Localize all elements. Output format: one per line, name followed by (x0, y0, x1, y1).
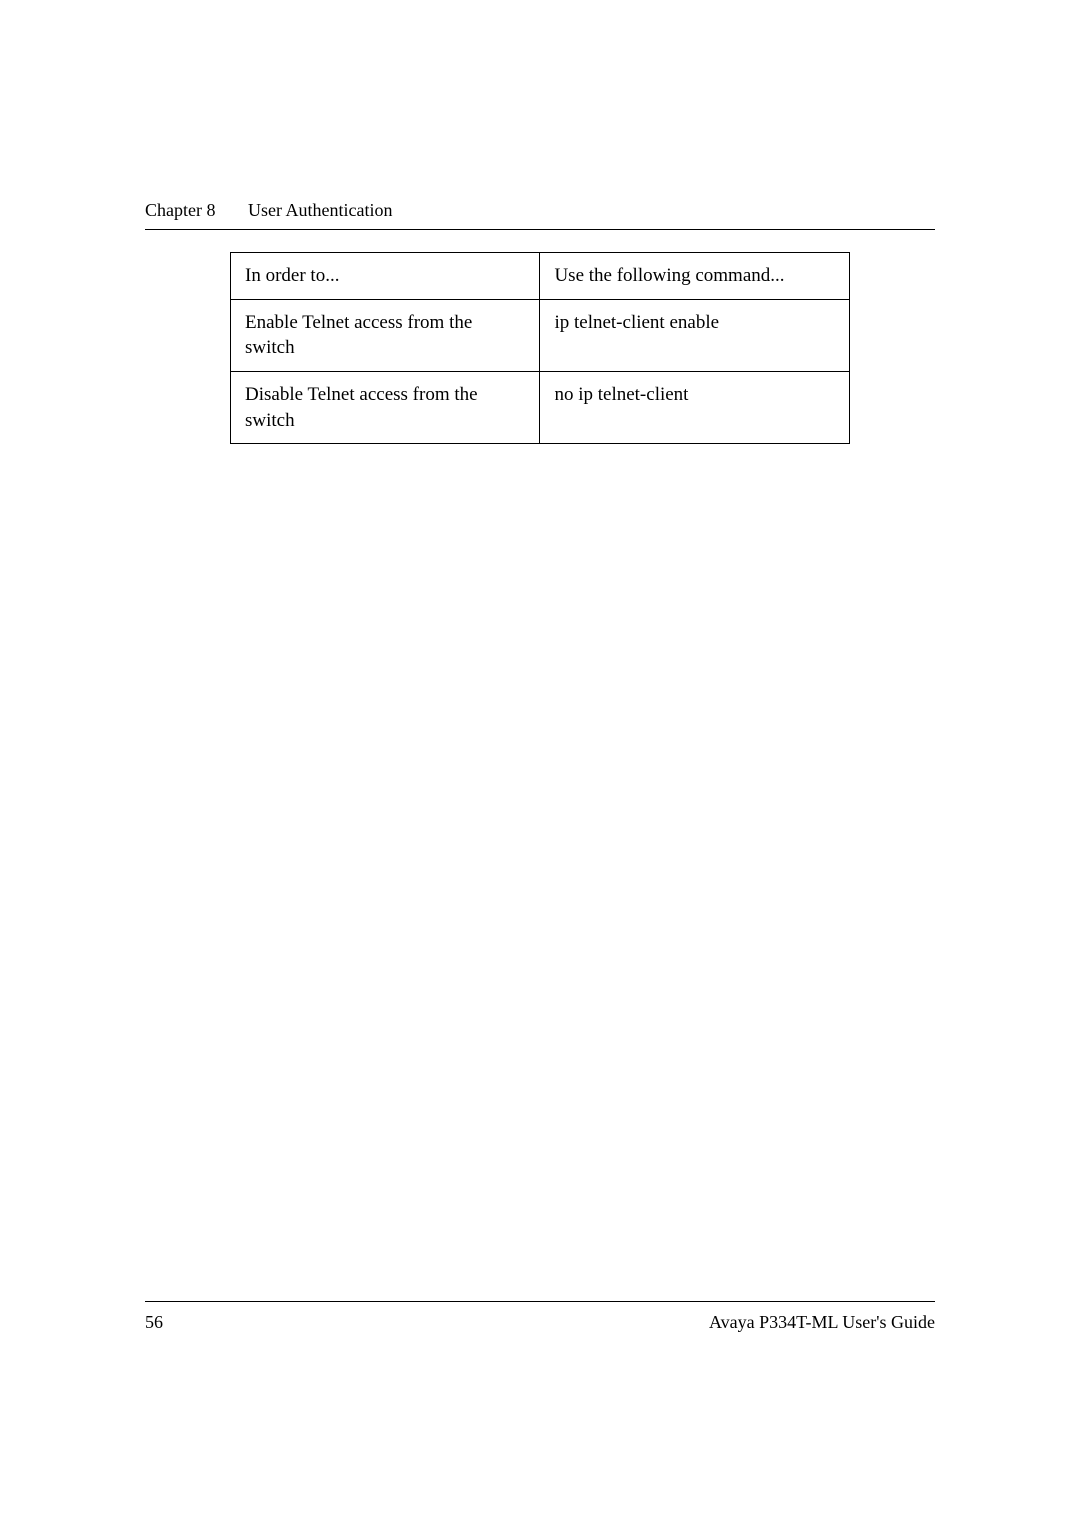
table-header-cell: Use the following command... (540, 253, 850, 300)
table-cell: Enable Telnet access from the switch (231, 299, 540, 371)
page-container: Chapter 8 User Authentication In order t… (0, 0, 1080, 1528)
table-row: Disable Telnet access from the switch no… (231, 371, 850, 443)
table-header-cell: In order to... (231, 253, 540, 300)
page-footer: 56 Avaya P334T-ML User's Guide (145, 1301, 935, 1333)
table-header-row: In order to... Use the following command… (231, 253, 850, 300)
footer-divider (145, 1301, 935, 1302)
page-number: 56 (145, 1312, 163, 1333)
table-row: Enable Telnet access from the switch ip … (231, 299, 850, 371)
footer-content: 56 Avaya P334T-ML User's Guide (145, 1312, 935, 1333)
header-divider (145, 229, 935, 230)
chapter-label: Chapter 8 (145, 200, 215, 220)
table-cell: ip telnet-client enable (540, 299, 850, 371)
guide-title: Avaya P334T-ML User's Guide (709, 1312, 935, 1333)
table-cell: Disable Telnet access from the switch (231, 371, 540, 443)
table-cell: no ip telnet-client (540, 371, 850, 443)
command-table: In order to... Use the following command… (230, 252, 850, 444)
chapter-title: User Authentication (248, 200, 392, 220)
running-header: Chapter 8 User Authentication (145, 200, 935, 221)
